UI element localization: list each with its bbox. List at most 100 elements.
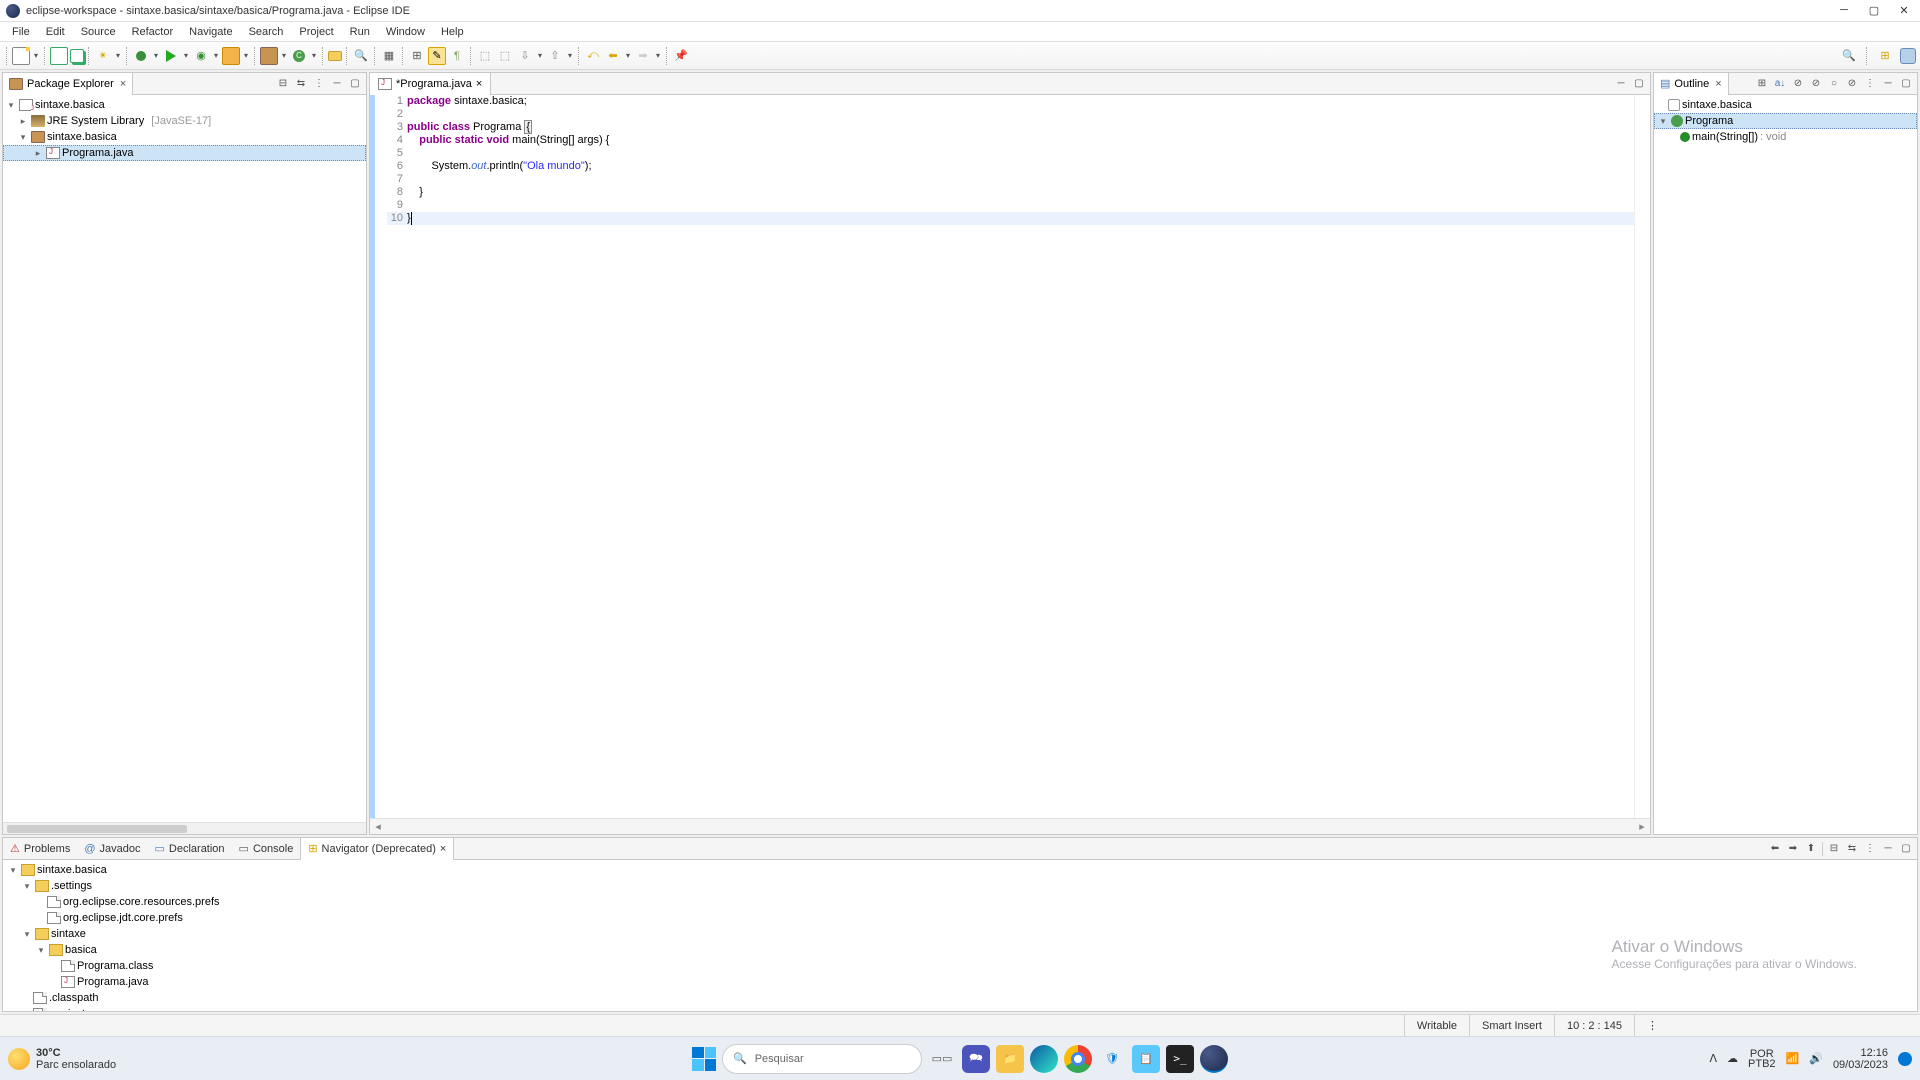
security-icon[interactable]: 🛡 [1098, 1045, 1126, 1073]
volume-icon[interactable]: 🔊 [1809, 1052, 1823, 1065]
notepad-icon[interactable]: 📋 [1132, 1045, 1160, 1073]
outline-tab[interactable]: ▤ Outline × [1654, 73, 1729, 95]
tree-project[interactable]: ▾ sintaxe.basica [3, 97, 366, 113]
minimize-view-button[interactable]: ─ [330, 77, 344, 91]
menu-refactor[interactable]: Refactor [124, 24, 182, 40]
view-menu-button[interactable]: ⋮ [312, 77, 326, 91]
next-annotation-button[interactable]: ⇩ [516, 47, 534, 65]
nav-sintaxe[interactable]: ▾ sintaxe [3, 926, 1917, 942]
status-insert[interactable]: Smart Insert [1469, 1015, 1554, 1036]
toggle-breadcrumb-button[interactable]: ▦ [380, 47, 398, 65]
nav-java-file[interactable]: Programa.java [3, 974, 1917, 990]
tab-navigator[interactable]: ⊞ Navigator (Deprecated) × [300, 838, 454, 860]
maximize-view-button[interactable]: ▢ [1899, 842, 1913, 856]
nav-prefs2[interactable]: org.eclipse.jdt.core.prefs [3, 910, 1917, 926]
annotation-next-button[interactable]: ⬚ [496, 47, 514, 65]
tab-declaration[interactable]: ▭ Declaration [148, 838, 232, 860]
hide-fields-button[interactable]: ⊘ [1791, 77, 1805, 91]
hide-nonpublic-button[interactable]: ○ [1827, 77, 1841, 91]
collapse-all-button[interactable]: ⊟ [276, 77, 290, 91]
outline-package[interactable]: sintaxe.basica [1654, 97, 1917, 113]
tray-chevron-icon[interactable]: ᐱ [1709, 1052, 1717, 1065]
new-class-button[interactable]: C [290, 47, 308, 65]
sort-button[interactable]: a↓ [1773, 77, 1787, 91]
close-icon[interactable]: × [1715, 78, 1721, 90]
toggle-block-button[interactable]: ✎ [428, 47, 446, 65]
new-button[interactable] [12, 47, 30, 65]
status-position[interactable]: 10 : 2 : 145 [1554, 1015, 1634, 1036]
nav-basica[interactable]: ▾ basica [3, 942, 1917, 958]
search-button[interactable]: 🔍 [352, 47, 370, 65]
forward-button[interactable]: ➡ [634, 47, 652, 65]
debug-button[interactable] [132, 47, 150, 65]
nav-project[interactable]: ▾ sintaxe.basica [3, 862, 1917, 878]
close-icon[interactable]: × [120, 78, 126, 90]
minimize-view-button[interactable]: ─ [1881, 77, 1895, 91]
menu-search[interactable]: Search [241, 24, 292, 40]
view-menu-button[interactable]: ⋮ [1863, 842, 1877, 856]
maximize-editor-button[interactable]: ▢ [1632, 77, 1646, 91]
back-button[interactable]: ⬅ [604, 47, 622, 65]
close-button[interactable]: ✕ [1898, 4, 1910, 17]
nav-up-button[interactable]: ⬆ [1804, 842, 1818, 856]
menu-window[interactable]: Window [378, 24, 433, 40]
tab-console[interactable]: ▭ Console [232, 838, 301, 860]
open-type-button[interactable] [328, 51, 342, 61]
close-icon[interactable]: × [440, 843, 446, 855]
outline-class[interactable]: ▾ Programa [1654, 113, 1917, 129]
new-package-button[interactable] [260, 47, 278, 65]
maximize-view-button[interactable]: ▢ [1899, 77, 1913, 91]
collapse-all-button[interactable]: ⊟ [1827, 842, 1841, 856]
new-dropdown[interactable]: ▾ [32, 51, 40, 60]
menu-help[interactable]: Help [433, 24, 472, 40]
close-icon[interactable]: × [476, 78, 482, 90]
menu-file[interactable]: File [4, 24, 38, 40]
nav-back-button[interactable]: ⬅ [1768, 842, 1782, 856]
task-view-button[interactable]: ▭▭ [928, 1045, 956, 1073]
pin-button[interactable]: 📌 [672, 47, 690, 65]
tree-file-programa[interactable]: ▸ Programa.java [3, 145, 366, 161]
save-all-button[interactable] [70, 49, 84, 63]
nav-prefs1[interactable]: org.eclipse.core.resources.prefs [3, 894, 1917, 910]
hide-static-button[interactable]: ⊘ [1809, 77, 1823, 91]
status-extra[interactable]: ⋮ [1634, 1015, 1714, 1036]
package-explorer-tab[interactable]: Package Explorer × [3, 73, 133, 95]
link-editor-button[interactable]: ⇆ [294, 77, 308, 91]
open-perspective-button[interactable]: ⊞ [1876, 47, 1894, 65]
save-button[interactable] [50, 47, 68, 65]
explorer-icon[interactable]: 📁 [996, 1045, 1024, 1073]
new-wizard-button[interactable]: ✴ [94, 47, 112, 65]
prev-annotation-button[interactable]: ⇧ [546, 47, 564, 65]
ext-tools-button[interactable] [222, 47, 240, 65]
weather-widget[interactable]: 30°C Parc ensolarado [8, 1047, 116, 1071]
link-editor-button[interactable]: ⇆ [1845, 842, 1859, 856]
last-edit-button[interactable]: ⤺ [584, 47, 602, 65]
toggle-mark-button[interactable]: ⊞ [408, 47, 426, 65]
menu-source[interactable]: Source [73, 24, 124, 40]
minimize-editor-button[interactable]: ─ [1614, 77, 1628, 91]
edge-icon[interactable] [1030, 1045, 1058, 1073]
chrome-icon[interactable] [1064, 1045, 1092, 1073]
code-editor[interactable]: 1 2 3 4 5 6 7 8 9 10 package sintaxe.bas… [370, 95, 1650, 818]
minimize-view-button[interactable]: ─ [1881, 842, 1895, 856]
menu-edit[interactable]: Edit [38, 24, 73, 40]
editor-hscrollbar[interactable]: ◂ ▸ [370, 818, 1650, 834]
coverage-button[interactable]: ◉ [192, 47, 210, 65]
status-writable[interactable]: Writable [1404, 1015, 1469, 1036]
outline-method[interactable]: main(String[]) : void [1654, 129, 1917, 145]
wifi-icon[interactable]: 📶 [1786, 1052, 1800, 1065]
view-menu-button[interactable]: ⋮ [1863, 77, 1877, 91]
overview-ruler[interactable] [1634, 95, 1650, 818]
run-button[interactable] [162, 47, 180, 65]
editor-tab-programa[interactable]: *Programa.java × [370, 73, 491, 95]
nav-classpath[interactable]: .classpath [3, 990, 1917, 1006]
clock[interactable]: 12:16 09/03/2023 [1833, 1047, 1888, 1071]
tab-javadoc[interactable]: @ Javadoc [77, 838, 147, 860]
taskbar-search[interactable]: 🔍 Pesquisar [722, 1044, 922, 1074]
tree-jre[interactable]: ▸ JRE System Library [JavaSE-17] [3, 113, 366, 129]
notifications-icon[interactable] [1898, 1052, 1912, 1066]
maximize-view-button[interactable]: ▢ [348, 77, 362, 91]
minimize-button[interactable]: ─ [1838, 4, 1850, 17]
tab-problems[interactable]: ⚠ Problems [3, 838, 77, 860]
nav-fwd-button[interactable]: ➡ [1786, 842, 1800, 856]
